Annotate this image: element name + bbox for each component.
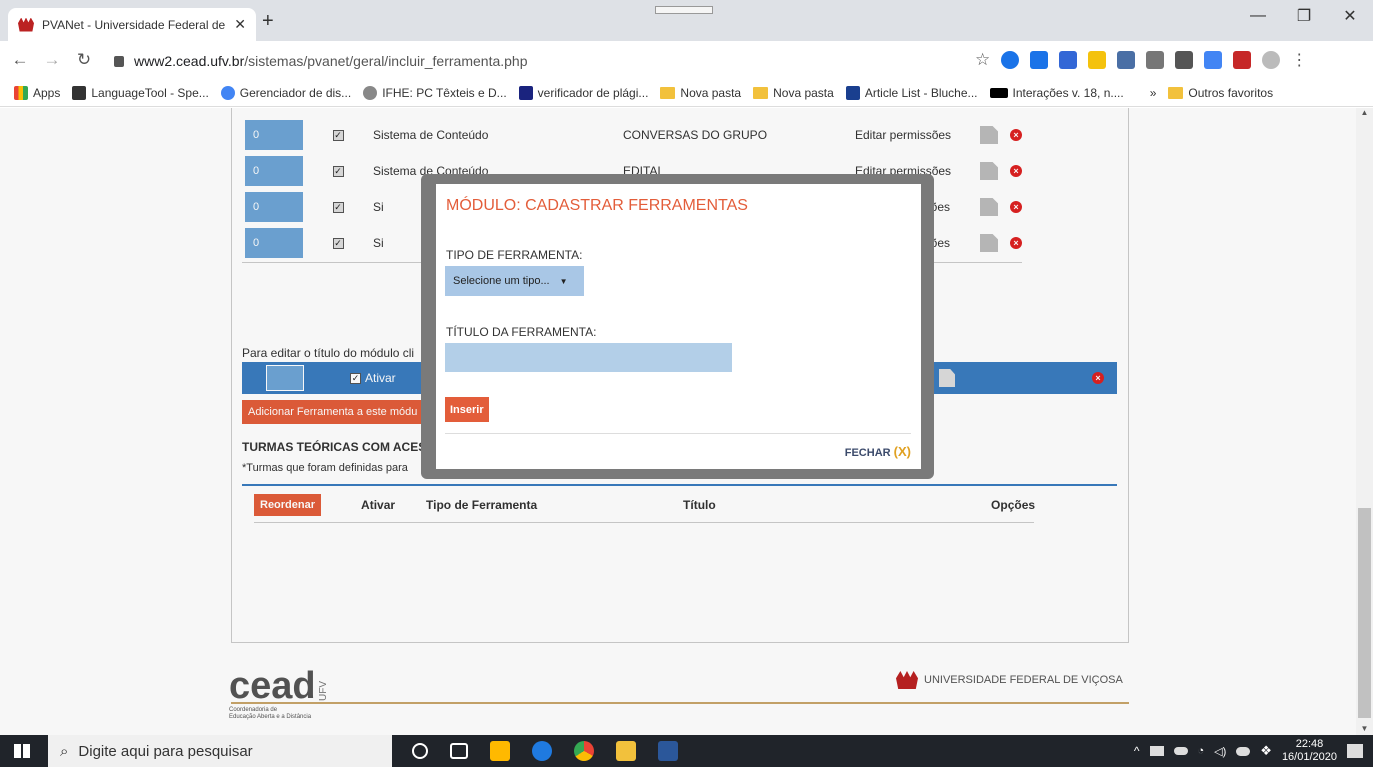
network-icon[interactable]: ◔ bbox=[1198, 745, 1205, 757]
extension-3-icon[interactable] bbox=[1059, 51, 1078, 69]
search-icon: ⌕ bbox=[60, 742, 69, 760]
page-scrollbar[interactable]: ▲ ▼ bbox=[1356, 108, 1373, 735]
close-x-icon: (X) bbox=[893, 444, 911, 459]
tray-app-icon[interactable] bbox=[1149, 746, 1164, 756]
lock-icon bbox=[114, 55, 124, 67]
pl-icon bbox=[518, 85, 533, 100]
folder-icon bbox=[1168, 86, 1184, 99]
maximize-icon[interactable]: ❐ bbox=[1281, 0, 1327, 32]
close-modal-button[interactable]: FECHAR (X) bbox=[845, 444, 911, 459]
new-tab-button[interactable]: + bbox=[262, 10, 274, 33]
extension-9-icon[interactable] bbox=[1233, 51, 1252, 69]
store-icon[interactable] bbox=[490, 741, 510, 761]
tab-title: PVANet - Universidade Federal de bbox=[42, 17, 226, 32]
dropdown-arrow-icon: ▼ bbox=[559, 276, 568, 286]
extension-7-icon[interactable] bbox=[1175, 51, 1194, 69]
bookmark-gerenciador[interactable]: Gerenciador de dis... bbox=[220, 85, 351, 100]
reload-icon[interactable]: ↻ bbox=[72, 50, 96, 70]
tray-chevron-icon[interactable]: ^ bbox=[1134, 744, 1140, 758]
scroll-up-icon[interactable]: ▲ bbox=[1356, 108, 1373, 117]
tool-title-input[interactable] bbox=[445, 343, 732, 372]
windows-taskbar: ⌕ Digite aqui para pesquisar ^ ◔ ◁) ❖ 22… bbox=[0, 735, 1373, 767]
drag-handle[interactable] bbox=[655, 6, 713, 14]
address-bar[interactable]: www2.cead.ufv.br/sistemas/pvanet/geral/i… bbox=[114, 46, 994, 76]
pkp-icon bbox=[989, 87, 1008, 98]
edge-icon[interactable] bbox=[532, 741, 552, 761]
modal-title: MÓDULO: CADASTRAR FERRAMENTAS bbox=[446, 197, 748, 214]
cloud-icon[interactable] bbox=[1236, 746, 1251, 756]
tool-type-select[interactable]: Selecione um tipo... ▼ bbox=[445, 266, 584, 296]
volume-icon[interactable]: ◁) bbox=[1214, 745, 1226, 758]
ifhe-icon bbox=[363, 85, 378, 100]
word-icon[interactable] bbox=[658, 741, 678, 761]
notification-icon[interactable] bbox=[1347, 744, 1363, 758]
divider bbox=[445, 433, 911, 434]
folder-icon bbox=[753, 86, 769, 99]
url-path: /sistemas/pvanet/geral/incluir_ferrament… bbox=[244, 53, 528, 69]
scroll-down-icon[interactable]: ▼ bbox=[1356, 724, 1373, 733]
bookmark-nova-pasta-2[interactable]: Nova pasta bbox=[753, 86, 834, 100]
languagetool-icon bbox=[72, 85, 87, 100]
bookmark-outros-favoritos[interactable]: Outros favoritos bbox=[1168, 86, 1273, 100]
more-bookmarks-icon[interactable]: » bbox=[1150, 86, 1157, 100]
extension-6-icon[interactable] bbox=[1146, 51, 1165, 69]
insert-button[interactable]: Inserir bbox=[445, 397, 489, 422]
tool-type-label: TIPO DE FERRAMENTA: bbox=[446, 248, 583, 262]
bookmark-interacoes[interactable]: Interações v. 18, n.... bbox=[989, 86, 1124, 100]
extension-icons: ☆ ⋮ bbox=[975, 50, 1307, 70]
apps-grid-icon bbox=[14, 85, 28, 100]
close-window-icon[interactable]: ✕ bbox=[1327, 0, 1373, 32]
bookmark-languagetool[interactable]: LanguageTool - Spe... bbox=[72, 85, 209, 100]
bookmark-plagio[interactable]: verificador de plági... bbox=[518, 85, 648, 100]
window-controls: — ❐ ✕ bbox=[1235, 0, 1373, 32]
star-icon[interactable]: ☆ bbox=[975, 50, 990, 70]
bookmark-apps[interactable]: Apps bbox=[14, 85, 60, 100]
google-icon bbox=[220, 85, 235, 100]
bookmarks-bar: Apps LanguageTool - Spe... Gerenciador d… bbox=[0, 79, 1373, 107]
minimize-icon[interactable]: — bbox=[1235, 0, 1281, 32]
add-tool-modal: MÓDULO: CADASTRAR FERRAMENTAS TIPO DE FE… bbox=[436, 184, 921, 469]
taskbar-search[interactable]: ⌕ Digite aqui para pesquisar bbox=[48, 735, 392, 767]
extension-4-icon[interactable] bbox=[1088, 51, 1107, 69]
cortana-icon[interactable] bbox=[412, 743, 428, 759]
tab-close-icon[interactable]: ✕ bbox=[234, 16, 246, 33]
browser-tab[interactable]: PVANet - Universidade Federal de ✕ bbox=[8, 8, 256, 41]
task-view-icon[interactable] bbox=[450, 743, 468, 759]
extension-5-icon[interactable] bbox=[1117, 51, 1136, 69]
tool-title-label: TÍTULO DA FERRAMENTA: bbox=[446, 325, 597, 339]
clock[interactable]: 22:48 16/01/2020 bbox=[1282, 738, 1337, 764]
profile-avatar-icon[interactable] bbox=[1262, 51, 1281, 69]
bookmark-article-list[interactable]: Article List - Bluche... bbox=[845, 85, 978, 100]
windows-start-icon[interactable] bbox=[14, 744, 30, 758]
scrollbar-thumb[interactable] bbox=[1358, 508, 1371, 718]
bookmark-ifhe[interactable]: IFHE: PC Têxteis e D... bbox=[363, 85, 507, 100]
folder-icon bbox=[660, 86, 676, 99]
url-domain: www2.cead.ufv.br bbox=[134, 53, 245, 69]
onedrive-icon[interactable] bbox=[1173, 747, 1188, 755]
extension-1-icon[interactable] bbox=[1001, 51, 1020, 69]
bookmark-nova-pasta-1[interactable]: Nova pasta bbox=[660, 86, 741, 100]
bp-icon bbox=[845, 85, 860, 100]
dropbox-icon[interactable]: ❖ bbox=[1260, 743, 1272, 759]
ufv-favicon-icon bbox=[18, 17, 34, 32]
menu-kebab-icon[interactable]: ⋮ bbox=[1291, 50, 1307, 70]
forward-icon[interactable]: → bbox=[40, 50, 64, 70]
back-icon[interactable]: ← bbox=[8, 50, 32, 70]
extension-2-icon[interactable] bbox=[1030, 51, 1049, 69]
browser-tabstrip: PVANet - Universidade Federal de ✕ + — ❐… bbox=[0, 0, 1373, 41]
extension-8-icon[interactable] bbox=[1204, 51, 1223, 69]
system-tray: ^ ◔ ◁) ❖ 22:48 16/01/2020 bbox=[1134, 735, 1373, 767]
chrome-icon[interactable] bbox=[574, 741, 594, 761]
file-explorer-icon[interactable] bbox=[616, 741, 636, 761]
taskbar-apps bbox=[412, 735, 678, 767]
